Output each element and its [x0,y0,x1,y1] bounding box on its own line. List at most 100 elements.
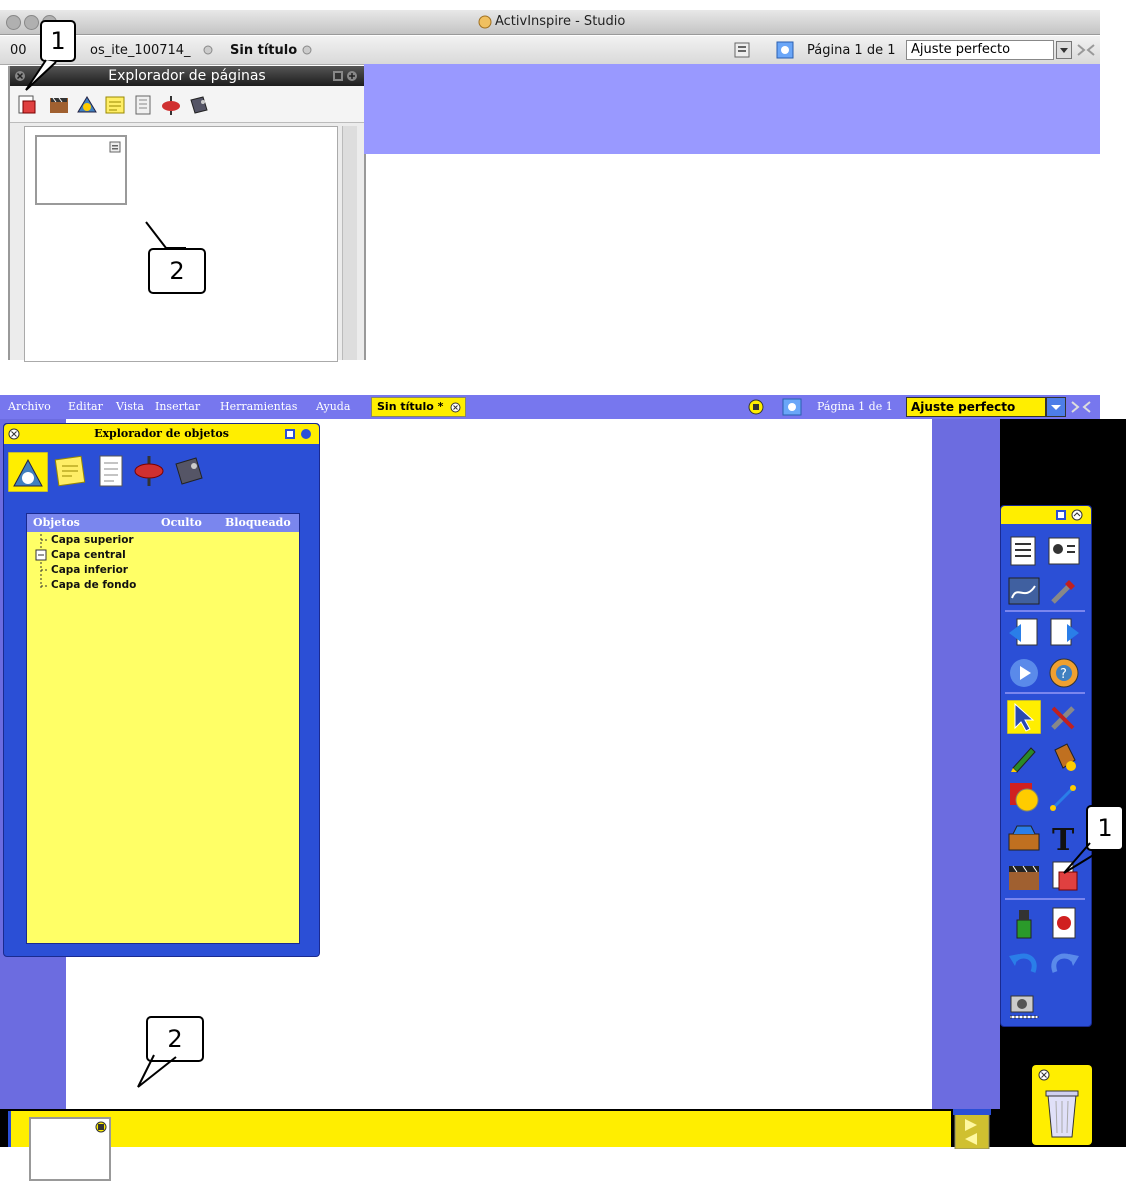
callout-1-pointer [1063,842,1101,874]
close-icon[interactable] [1038,1069,1050,1081]
properties-browser-icon[interactable] [94,454,128,488]
connector-icon[interactable] [1047,780,1081,814]
activinspire-logo-icon [478,15,492,29]
studio-screenshot: ActivInspire - Studio 00 os_ite_100714_ … [0,0,1100,362]
notes-browser-icon[interactable] [104,94,126,116]
select-pointer-icon[interactable] [1007,700,1041,734]
voting-browser-icon[interactable] [172,454,206,488]
menu-icon[interactable] [346,70,358,82]
collapse-arrows-icon[interactable] [1070,399,1092,415]
menu-bar: Archivo Editar Vista Insertar Herramient… [0,395,1100,419]
tools-wrench-icon[interactable] [1047,700,1081,734]
page-strip [0,1109,1000,1181]
tab-sin-titulo[interactable]: Sin título [230,43,297,58]
voting-browser-icon[interactable] [188,94,210,116]
tab-close-icon[interactable] [302,45,312,55]
callout-2: 2 [148,248,206,294]
menu-herramientas[interactable]: Herramientas [220,400,297,413]
dual-user-icon[interactable] [1007,574,1041,608]
object-browser-icon[interactable] [76,94,98,116]
page-strip-area[interactable] [8,1109,991,1181]
notes-browser-icon[interactable] [54,454,88,488]
zoom-select[interactable]: Ajuste perfecto [906,40,1054,60]
layer-capa-inferior[interactable]: Capa inferior [51,564,128,576]
callout-2-pointer [137,1054,177,1088]
zoom-dropdown-button[interactable] [1046,397,1066,417]
pin-icon[interactable] [332,70,344,82]
page-browser-icon[interactable] [16,94,38,116]
collapse-arrows-icon[interactable] [1076,42,1096,58]
page-scroll-buttons-icon[interactable] [947,1109,997,1149]
next-page-icon[interactable] [1047,616,1081,650]
action-browser-icon[interactable] [132,454,166,488]
resource-browser-icon[interactable] [48,94,70,116]
menu-insertar[interactable]: Insertar [155,400,200,413]
toolbox-icon[interactable] [1007,820,1041,854]
trash-can-icon[interactable] [1042,1087,1082,1141]
camera-icon[interactable] [1007,986,1041,1020]
object-browser-icon[interactable] [8,452,48,492]
properties-browser-icon[interactable] [132,94,154,116]
tab-partial-label[interactable]: 00 [10,43,27,58]
zoom-dropdown-button[interactable] [1056,41,1072,59]
clear-icon[interactable] [1007,906,1041,940]
object-layers-tree[interactable]: Objetos Oculto Bloqueado Capa superior C… [26,513,300,944]
object-explorer-header: Explorador de objetos [4,424,319,444]
chevron-down-icon [1060,48,1068,53]
previous-page-icon[interactable] [1007,616,1041,650]
tab-close-icon[interactable] [203,45,213,55]
main-menu-icon[interactable] [1007,534,1041,568]
layer-capa-central[interactable]: Capa central [51,549,126,561]
object-tree-header: Objetos Oculto Bloqueado [27,514,299,532]
trash-panel [1032,1065,1092,1145]
user-profile-icon[interactable] [1047,534,1081,568]
page-options-icon[interactable] [734,42,750,58]
undo-icon[interactable] [1007,946,1041,980]
tab-close-icon[interactable] [450,402,461,413]
page-thumbnail[interactable] [29,1117,111,1181]
column-objetos[interactable]: Objetos [33,516,80,529]
pin-icon[interactable] [284,428,296,440]
layer-capa-superior[interactable]: Capa superior [51,534,134,546]
page-menu-icon[interactable] [109,141,121,153]
toolbox-divider [1005,610,1085,612]
page-explorer-header: Explorador de páginas [10,66,364,86]
redo-icon[interactable] [1047,946,1081,980]
page-explorer-title: Explorador de páginas [108,68,266,84]
menu-editar[interactable]: Editar [68,400,103,413]
resource-library-icon[interactable] [1007,860,1041,894]
tab-sin-titulo[interactable]: Sin título * [371,397,466,417]
shape-icon[interactable] [1007,780,1041,814]
menu-ayuda[interactable]: Ayuda [316,400,350,413]
page-navigator-icon[interactable] [776,41,794,59]
document-tabbar: 00 os_ite_100714_ Sin título Página 1 de… [0,36,1100,65]
flipchart-canvas[interactable] [364,64,1100,154]
page-navigator-icon[interactable] [782,398,802,416]
action-browser-icon[interactable] [160,94,182,116]
page-indicator: Página 1 de 1 [817,400,893,413]
fill-icon[interactable] [1047,740,1081,774]
tab-document-1[interactable]: os_ite_100714_ [90,43,191,58]
tools-icon[interactable] [1047,574,1081,608]
zoom-select[interactable]: Ajuste perfecto [906,397,1046,417]
minimize-window-button[interactable] [24,15,39,30]
page-thumbnail[interactable] [35,135,127,205]
collapse-icon[interactable] [1071,509,1083,521]
layer-capa-de-fondo[interactable]: Capa de fondo [51,579,136,591]
page-list-scrollbar[interactable] [342,126,357,360]
pin-icon[interactable] [1055,509,1067,521]
menu-archivo[interactable]: Archivo [8,400,51,413]
reset-page-icon[interactable] [1047,906,1081,940]
column-bloqueado[interactable]: Bloqueado [225,516,291,529]
help-icon[interactable]: ? [1047,656,1081,690]
page-options-icon[interactable] [748,399,764,415]
column-oculto[interactable]: Oculto [161,516,202,529]
pen-icon[interactable] [1007,740,1041,774]
object-explorer-panel: Explorador de objetos Objetos Oculto Blo… [3,423,320,957]
primary-screenshot: Archivo Editar Vista Insertar Herramient… [0,385,1126,1181]
menu-vista[interactable]: Vista [116,400,144,413]
page-menu-icon[interactable] [95,1121,107,1133]
close-window-button[interactable] [6,15,21,30]
menu-icon[interactable] [300,428,312,440]
play-icon[interactable] [1007,656,1041,690]
